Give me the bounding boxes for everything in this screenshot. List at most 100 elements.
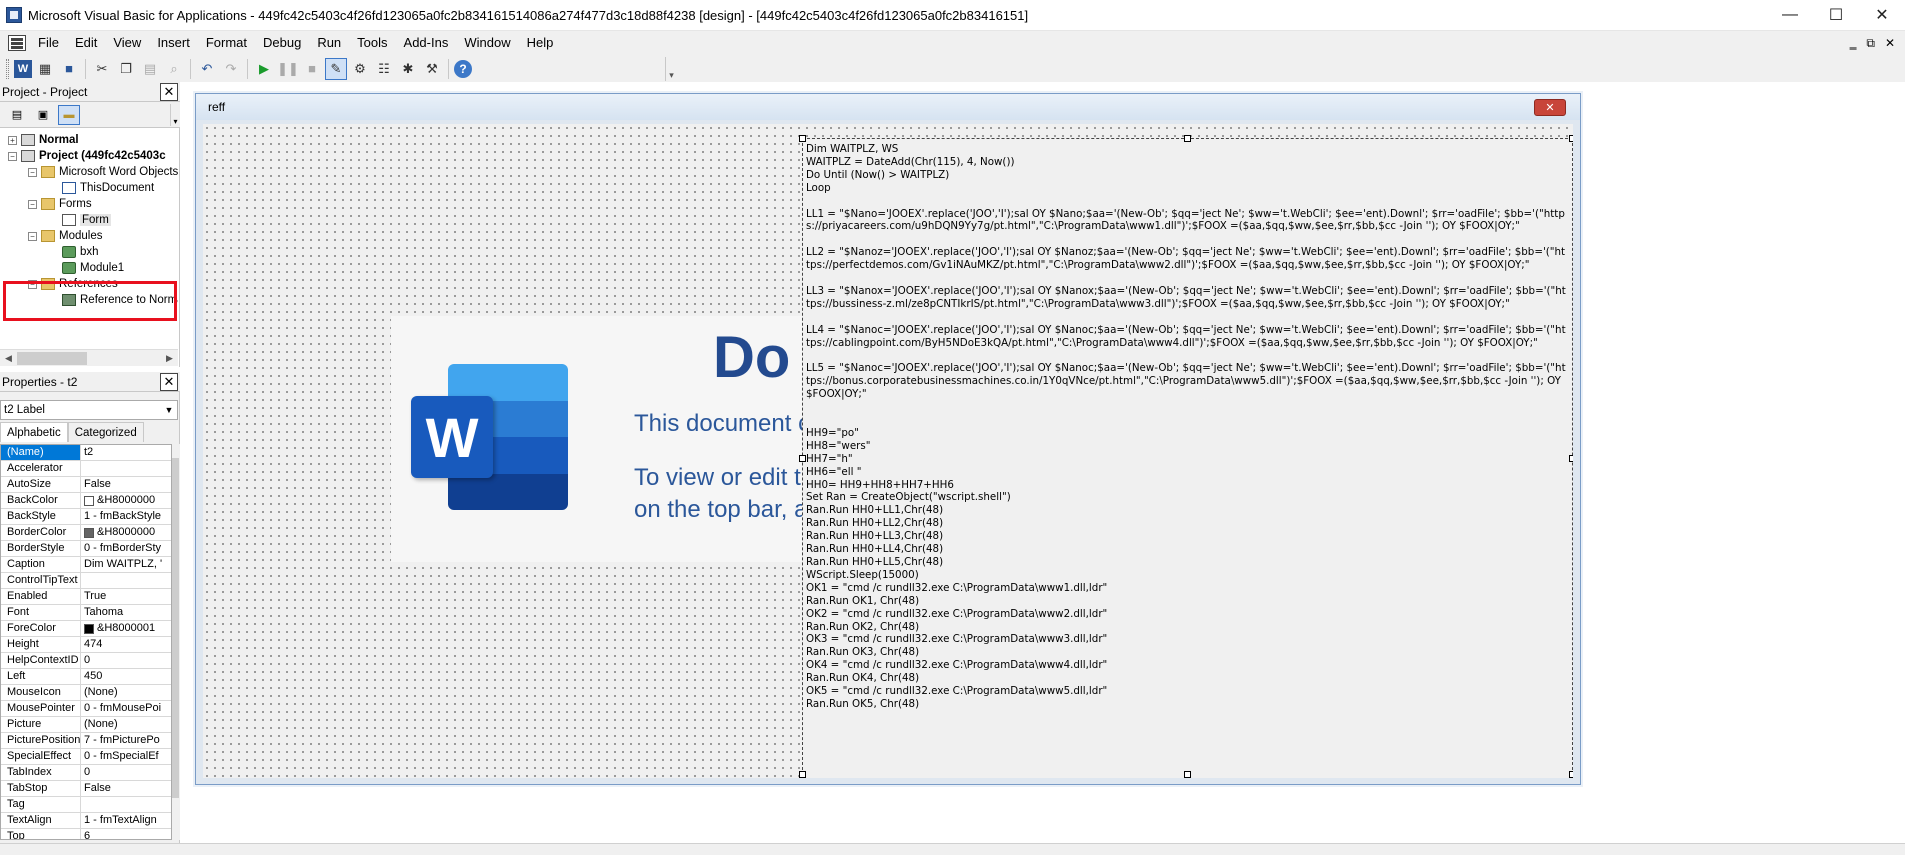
property-value[interactable]: 0 - fmMousePoi	[81, 701, 171, 716]
break-icon[interactable]: ❚❚	[277, 58, 299, 80]
redo-icon[interactable]: ↷	[220, 58, 242, 80]
mdi-restore-button[interactable]: ⧉	[1866, 36, 1875, 51]
collapse-icon[interactable]: −	[28, 199, 37, 209]
menu-edit[interactable]: Edit	[67, 32, 105, 54]
property-row[interactable]: (Name) t2	[1, 445, 171, 461]
property-value[interactable]: 6	[81, 829, 171, 839]
insert-userform-icon[interactable]: ▦	[34, 58, 56, 80]
menu-file[interactable]: File	[30, 32, 67, 54]
property-row[interactable]: TabIndex 0	[1, 765, 171, 781]
property-value[interactable]: (None)	[81, 685, 171, 700]
tree-node-forms[interactable]: − Forms	[28, 196, 92, 212]
property-value[interactable]: &H8000001	[81, 621, 171, 636]
property-row[interactable]: Font Tahoma	[1, 605, 171, 621]
property-value[interactable]: 0	[81, 765, 171, 780]
find-icon[interactable]: ⌕	[163, 58, 185, 80]
menu-view[interactable]: View	[105, 32, 149, 54]
property-value[interactable]: 0	[81, 653, 171, 668]
property-row[interactable]: SpecialEffect 0 - fmSpecialEf	[1, 749, 171, 765]
property-row[interactable]: Left 450	[1, 669, 171, 685]
property-value[interactable]: 1 - fmTextAlign	[81, 813, 171, 828]
maximize-button[interactable]: ☐	[1813, 0, 1859, 31]
property-value[interactable]: 450	[81, 669, 171, 684]
property-row[interactable]: BorderStyle 0 - fmBorderSty	[1, 541, 171, 557]
scrollbar-thumb[interactable]	[17, 351, 87, 365]
property-value[interactable]: 0 - fmSpecialEf	[81, 749, 171, 764]
property-value[interactable]: 7 - fmPicturePo	[81, 733, 171, 748]
view-code-icon[interactable]: ▤	[6, 105, 28, 125]
property-value[interactable]	[81, 797, 171, 812]
toolbar-overflow-icon[interactable]: ▾	[170, 103, 180, 126]
run-icon[interactable]: ▶	[253, 58, 275, 80]
reset-icon[interactable]: ■	[301, 58, 323, 80]
tab-categorized[interactable]: Categorized	[67, 422, 144, 442]
close-button[interactable]: ✕	[1859, 0, 1905, 31]
property-value[interactable]: Tahoma	[81, 605, 171, 620]
menu-run[interactable]: Run	[309, 32, 349, 54]
copy-icon[interactable]: ❐	[115, 58, 137, 80]
properties-window-close-icon[interactable]: ✕	[160, 372, 178, 391]
property-row[interactable]: TextAlign 1 - fmTextAlign	[1, 813, 171, 829]
property-value[interactable]: False	[81, 477, 171, 492]
property-value[interactable]: 0 - fmBorderSty	[81, 541, 171, 556]
property-row[interactable]: Height 474	[1, 637, 171, 653]
collapse-icon[interactable]: −	[28, 231, 37, 241]
minimize-button[interactable]: —	[1767, 0, 1813, 31]
property-value[interactable]: True	[81, 589, 171, 604]
property-row[interactable]: Picture (None)	[1, 717, 171, 733]
system-menu-icon[interactable]	[8, 35, 26, 51]
designer-close-button[interactable]: ✕	[1534, 99, 1566, 116]
view-object-icon[interactable]: ▣	[32, 105, 54, 125]
property-row[interactable]: BackColor &H8000000	[1, 493, 171, 509]
resize-handle-n[interactable]	[1184, 135, 1191, 142]
menu-window[interactable]: Window	[456, 32, 518, 54]
menu-debug[interactable]: Debug	[255, 32, 309, 54]
tree-node-modules[interactable]: − Modules	[28, 228, 102, 244]
resize-handle-e[interactable]	[1569, 455, 1573, 462]
tree-node-form[interactable]: Form	[62, 212, 111, 228]
property-row[interactable]: BorderColor &H8000000	[1, 525, 171, 541]
object-selector-dropdown[interactable]: t2 Label ▼	[0, 400, 178, 420]
menu-tools[interactable]: Tools	[349, 32, 395, 54]
help-icon[interactable]: ?	[454, 59, 472, 78]
property-value[interactable]: &H8000000	[81, 525, 171, 540]
mdi-close-button[interactable]: ✕	[1885, 36, 1895, 51]
property-row[interactable]: BackStyle 1 - fmBackStyle	[1, 509, 171, 525]
menu-format[interactable]: Format	[198, 32, 255, 54]
tree-node-thisdocument[interactable]: ThisDocument	[62, 180, 154, 196]
property-value[interactable]: 1 - fmBackStyle	[81, 509, 171, 524]
properties-vertical-scrollbar[interactable]	[172, 444, 180, 840]
resize-handle-sw[interactable]	[799, 771, 806, 778]
property-row[interactable]: TabStop False	[1, 781, 171, 797]
tree-node-bxh[interactable]: bxh	[62, 244, 99, 260]
property-row[interactable]: HelpContextID 0	[1, 653, 171, 669]
resize-handle-w[interactable]	[799, 455, 806, 462]
save-icon[interactable]: ■	[58, 58, 80, 80]
property-row[interactable]: AutoSize False	[1, 477, 171, 493]
property-row[interactable]: Accelerator	[1, 461, 171, 477]
menu-add-ins[interactable]: Add-Ins	[396, 32, 457, 54]
property-row[interactable]: MouseIcon (None)	[1, 685, 171, 701]
collapse-icon[interactable]: −	[8, 151, 17, 161]
properties-window-icon[interactable]: ☷	[373, 58, 395, 80]
resize-handle-nw[interactable]	[799, 135, 806, 142]
design-mode-icon[interactable]: ✎	[325, 57, 347, 80]
label-control-t2[interactable]: Dim WAITPLZ, WS WAITPLZ = DateAdd(Chr(11…	[802, 138, 1573, 778]
expand-icon[interactable]: +	[8, 135, 17, 145]
tree-node-normal[interactable]: + Normal	[8, 132, 79, 148]
resize-handle-se[interactable]	[1569, 771, 1573, 778]
scroll-right-icon[interactable]: ▶	[161, 353, 178, 364]
toolbox-icon[interactable]: ⚒	[421, 58, 443, 80]
paste-icon[interactable]: ▤	[139, 58, 161, 80]
toggle-folders-icon[interactable]: ▬	[58, 104, 80, 125]
tab-alphabetic[interactable]: Alphabetic	[0, 422, 68, 442]
chevron-down-icon[interactable]: ▼	[161, 405, 177, 415]
property-row[interactable]: Top 6	[1, 829, 171, 839]
property-value[interactable]: False	[81, 781, 171, 796]
mdi-minimize-button[interactable]: ‗	[1850, 36, 1857, 51]
menu-help[interactable]: Help	[519, 32, 562, 54]
project-tree-horizontal-scrollbar[interactable]: ◀ ▶	[0, 349, 178, 366]
property-value[interactable]	[81, 573, 171, 588]
collapse-icon[interactable]: −	[28, 167, 37, 177]
project-explorer-close-icon[interactable]: ✕	[160, 82, 178, 101]
